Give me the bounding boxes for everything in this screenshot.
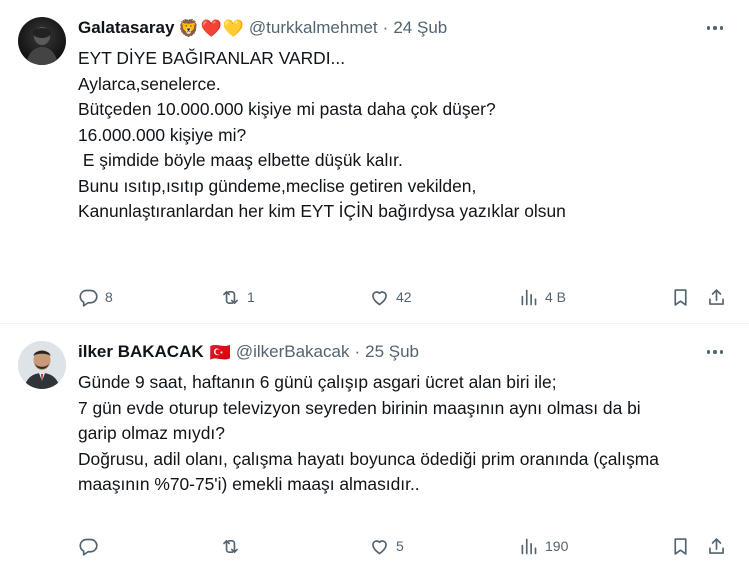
tweet-line: Bunu ısıtıp,ısıtıp gündeme,meclise getir… xyxy=(78,175,477,196)
user-handle[interactable]: @turkkalmehmet xyxy=(249,18,378,38)
retweet-icon xyxy=(223,539,238,553)
tweet-line: Bütçeden 10.000.000 kişiye mi pasta daha… xyxy=(78,99,496,119)
reply-icon xyxy=(79,289,98,307)
views-button[interactable]: 4 B xyxy=(518,285,566,309)
tweet-line: Doğrusu, adil olanı, çalışma hayatı boyu… xyxy=(78,448,659,469)
tweet-line: maaşının %70-75'i) emekli maaşı almasıdı… xyxy=(78,474,420,494)
separator-dot: · xyxy=(382,18,389,37)
views-icon xyxy=(521,289,537,305)
views-button[interactable]: 190 xyxy=(518,534,568,558)
retweet-count: 1 xyxy=(247,289,255,305)
avatar[interactable] xyxy=(18,17,66,65)
action-bar: 5 190 xyxy=(78,534,727,558)
tweet-header: Galatasaray 🦁 ❤️ 💛 @turkkalmehmet · 24 Ş… xyxy=(78,17,447,39)
tweet-line: E şimdide böyle maaş elbette düşük kalır… xyxy=(78,150,403,170)
share-icon xyxy=(709,537,724,554)
like-button[interactable]: 42 xyxy=(369,285,412,309)
like-count: 5 xyxy=(396,538,404,554)
tweet-line: 16.000.000 kişiye mi? xyxy=(78,124,247,145)
red-heart-emoji: ❤️ xyxy=(200,18,222,38)
reply-icon xyxy=(79,538,98,556)
avatar-image xyxy=(18,341,66,389)
tweet-text: EYT DİYE BAĞIRANLAR VARDI... Aylarca,sen… xyxy=(78,46,728,225)
like-count: 42 xyxy=(396,289,412,305)
yellow-heart-emoji: 💛 xyxy=(222,18,244,38)
retweet-button[interactable]: 1 xyxy=(220,285,255,309)
like-icon xyxy=(372,290,387,305)
avatar-image xyxy=(26,27,58,65)
tweet-line: Aylarca,senelerce. xyxy=(78,73,221,94)
tweet[interactable]: Galatasaray 🦁 ❤️ 💛 @turkkalmehmet · 24 Ş… xyxy=(0,0,749,324)
tweet-line: Kanunlaştıranlardan her kim EYT İÇİN bağ… xyxy=(78,201,566,221)
like-button[interactable]: 5 xyxy=(369,534,404,558)
more-icon[interactable] xyxy=(705,345,725,359)
share-button[interactable] xyxy=(706,534,727,558)
tweet-text: Günde 9 saat, haftanın 6 günü çalışıp as… xyxy=(78,370,728,498)
reply-button[interactable] xyxy=(78,534,105,558)
views-count: 190 xyxy=(545,538,569,554)
retweet-button[interactable] xyxy=(220,534,247,558)
retweet-icon xyxy=(223,290,238,304)
separator-dot: · xyxy=(354,342,361,361)
views-icon xyxy=(521,538,537,554)
tweet-header: ilker BAKACAK 🇹🇷 @ilkerBakacak · 25 Şub xyxy=(78,341,419,363)
share-icon xyxy=(709,288,724,305)
tweet-line: garip olmaz mıydı? xyxy=(78,423,225,443)
action-bar: 8 1 42 4 B xyxy=(78,285,727,309)
bookmark-icon xyxy=(674,288,687,306)
bookmark-button[interactable] xyxy=(670,285,691,309)
timestamp[interactable]: 25 Şub xyxy=(365,342,419,362)
views-count: 4 B xyxy=(545,289,567,305)
avatar[interactable] xyxy=(18,341,66,389)
turkey-flag-emoji: 🇹🇷 xyxy=(209,342,231,362)
reply-count: 8 xyxy=(105,289,113,305)
user-handle[interactable]: @ilkerBakacak xyxy=(236,342,350,362)
tweet-line: 7 gün evde oturup televizyon seyreden bi… xyxy=(78,397,641,418)
lion-emoji: 🦁 xyxy=(178,18,200,38)
timestamp[interactable]: 24 Şub xyxy=(393,18,447,38)
more-icon[interactable] xyxy=(705,21,725,35)
reply-button[interactable]: 8 xyxy=(78,285,113,309)
tweet-line: Günde 9 saat, haftanın 6 günü çalışıp as… xyxy=(78,372,557,392)
bookmark-button[interactable] xyxy=(670,534,691,558)
like-icon xyxy=(372,539,387,554)
tweet[interactable]: ilker BAKACAK 🇹🇷 @ilkerBakacak · 25 Şub … xyxy=(0,324,749,570)
display-name[interactable]: ilker BAKACAK xyxy=(78,342,204,362)
bookmark-icon xyxy=(674,537,687,555)
share-button[interactable] xyxy=(706,285,727,309)
display-name[interactable]: Galatasaray xyxy=(78,18,174,38)
tweet-line: EYT DİYE BAĞIRANLAR VARDI... xyxy=(78,48,346,68)
